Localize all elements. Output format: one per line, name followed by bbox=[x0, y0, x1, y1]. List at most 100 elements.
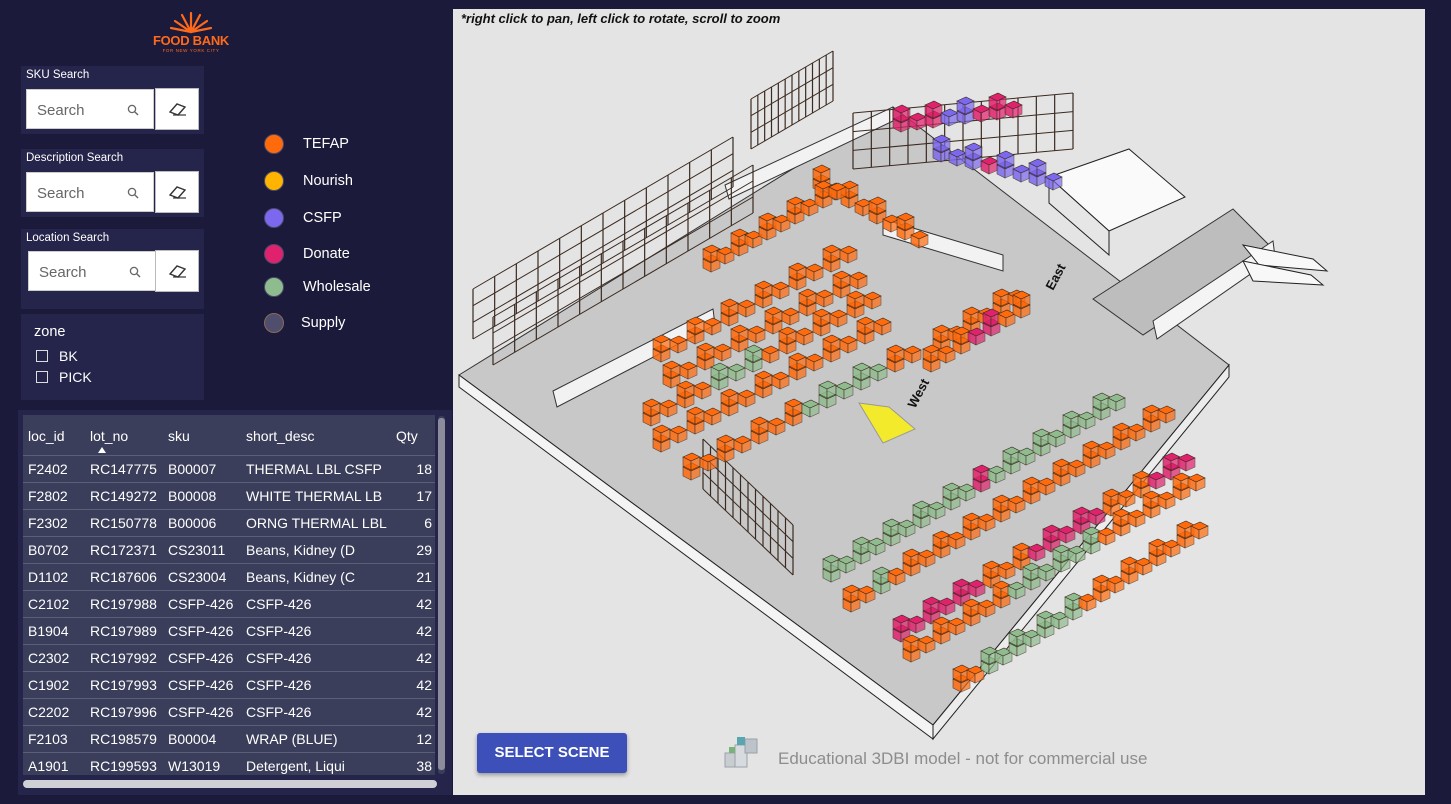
location-search-title: Location Search bbox=[26, 232, 110, 244]
legend-item-donate: Donate bbox=[262, 241, 422, 267]
clear-sku-button[interactable] bbox=[155, 88, 199, 130]
cell-qty: 42 bbox=[416, 677, 432, 693]
cell-lot-no: RC198579 bbox=[90, 731, 157, 747]
legend-item-tefap: TEFAP bbox=[262, 131, 422, 157]
legend-item-nourish: Nourish bbox=[262, 168, 422, 194]
legend-label: Supply bbox=[301, 315, 346, 331]
search-placeholder: Search bbox=[39, 264, 87, 281]
table-row[interactable]: D1102 RC187606 CS23004 Beans, Kidney (C 21 bbox=[23, 563, 435, 591]
description-search-title: Description Search bbox=[26, 152, 124, 164]
eraser-icon bbox=[168, 186, 187, 199]
location-search-panel: Location Search Search bbox=[21, 229, 204, 309]
table-row[interactable]: F2402 RC147775 B00007 THERMAL LBL CSFP 18 bbox=[23, 455, 435, 483]
column-header-loc-id[interactable]: loc_id bbox=[28, 428, 65, 444]
cell-sku: B00006 bbox=[168, 515, 217, 531]
cell-lot-no: RC187606 bbox=[90, 569, 157, 585]
cell-sku: B00008 bbox=[168, 488, 217, 504]
cell-lot-no: RC197993 bbox=[90, 677, 157, 693]
cell-loc-id: F2802 bbox=[28, 488, 68, 504]
location-search-input[interactable]: Search bbox=[28, 251, 156, 291]
cell-loc-id: C2302 bbox=[28, 650, 70, 666]
legend-label: CSFP bbox=[303, 210, 342, 226]
table-row[interactable]: B1904 RC197989 CSFP-426 CSFP-426 42 bbox=[23, 617, 435, 645]
table-row[interactable]: C1902 RC197993 CSFP-426 CSFP-426 42 bbox=[23, 671, 435, 699]
cell-lot-no: RC150778 bbox=[90, 515, 157, 531]
cell-sku: CSFP-426 bbox=[168, 623, 234, 639]
column-header-sku[interactable]: sku bbox=[168, 428, 190, 444]
table-row[interactable]: F2302 RC150778 B00006 ORNG THERMAL LBL 6 bbox=[23, 509, 435, 537]
cell-short-desc: THERMAL LBL CSFP bbox=[246, 461, 382, 477]
cell-short-desc: Beans, Kidney (D bbox=[246, 542, 355, 558]
clear-description-button[interactable] bbox=[155, 171, 199, 213]
sku-search-panel: SKU Search Search bbox=[21, 66, 204, 134]
cell-sku: CS23004 bbox=[168, 569, 227, 585]
cell-sku: CSFP-426 bbox=[168, 650, 234, 666]
checkbox[interactable] bbox=[36, 350, 48, 362]
search-icon bbox=[127, 187, 139, 199]
checkbox[interactable] bbox=[36, 371, 48, 383]
inventory-table-panel: loc_id lot_no sku short_desc Qty F2402 RC… bbox=[18, 410, 452, 795]
cell-short-desc: Detergent, Liqui bbox=[246, 758, 345, 774]
cell-lot-no: RC199593 bbox=[90, 758, 157, 774]
cell-loc-id: B0702 bbox=[28, 542, 69, 558]
cell-short-desc: CSFP-426 bbox=[246, 650, 312, 666]
scrollbar-thumb[interactable] bbox=[438, 418, 445, 770]
table-row[interactable]: B0702 RC172371 CS23011 Beans, Kidney (D 29 bbox=[23, 536, 435, 564]
search-placeholder: Search bbox=[37, 185, 85, 202]
cell-qty: 42 bbox=[416, 623, 432, 639]
inventory-table: loc_id lot_no sku short_desc Qty F2402 RC… bbox=[23, 415, 435, 775]
sunburst-icon bbox=[169, 11, 213, 34]
legend-dot bbox=[264, 134, 284, 154]
sku-search-input[interactable]: Search bbox=[26, 89, 154, 129]
clear-location-button[interactable] bbox=[155, 250, 199, 292]
cell-short-desc: ORNG THERMAL LBL bbox=[246, 515, 387, 531]
cell-sku: CSFP-426 bbox=[168, 677, 234, 693]
select-scene-button[interactable]: SELECT SCENE bbox=[477, 733, 627, 773]
column-header-short-desc[interactable]: short_desc bbox=[246, 428, 314, 444]
zone-option-label: PICK bbox=[59, 369, 92, 385]
cell-sku: W13019 bbox=[168, 758, 221, 774]
cell-qty: 29 bbox=[416, 542, 432, 558]
logo-subtext: FOR NEW YORK CITY bbox=[162, 48, 220, 53]
cell-qty: 17 bbox=[416, 488, 432, 504]
description-search-input[interactable]: Search bbox=[26, 172, 154, 212]
cell-loc-id: D1102 bbox=[28, 569, 69, 585]
food-bank-logo: FOOD BANK FOR NEW YORK CITY bbox=[145, 8, 237, 58]
legend-dot bbox=[264, 313, 284, 333]
table-row[interactable]: C2202 RC197996 CSFP-426 CSFP-426 42 bbox=[23, 698, 435, 726]
table-row[interactable]: F2802 RC149272 B00008 WHITE THERMAL LB 17 bbox=[23, 482, 435, 510]
cell-sku: CS23011 bbox=[168, 542, 226, 558]
cell-short-desc: CSFP-426 bbox=[246, 677, 312, 693]
search-icon bbox=[127, 104, 139, 116]
warehouse-3d-viewport[interactable]: East West *right click to pan, left clic… bbox=[453, 9, 1425, 795]
horizontal-scrollbar[interactable] bbox=[23, 780, 437, 788]
vertical-scrollbar[interactable] bbox=[438, 416, 445, 774]
legend-item-csfp: CSFP bbox=[262, 205, 422, 231]
cell-sku: B00004 bbox=[168, 731, 217, 747]
3dbi-logo-icon bbox=[724, 737, 758, 768]
cell-short-desc: Beans, Kidney (C bbox=[246, 569, 355, 585]
column-header-lot-no[interactable]: lot_no bbox=[90, 428, 128, 444]
legend-dot bbox=[264, 277, 284, 297]
legend-item-wholesale: Wholesale bbox=[262, 274, 422, 300]
cell-sku: CSFP-426 bbox=[168, 704, 234, 720]
cell-loc-id: F2302 bbox=[28, 515, 68, 531]
table-row[interactable]: F2103 RC198579 B00004 WRAP (BLUE) 12 bbox=[23, 725, 435, 753]
cell-short-desc: WHITE THERMAL LB bbox=[246, 488, 383, 504]
cell-lot-no: RC197988 bbox=[90, 596, 157, 612]
table-row[interactable]: C2102 RC197988 CSFP-426 CSFP-426 42 bbox=[23, 590, 435, 618]
cell-loc-id: C1902 bbox=[28, 677, 70, 693]
cell-qty: 12 bbox=[416, 731, 432, 747]
table-row[interactable]: C2302 RC197992 CSFP-426 CSFP-426 42 bbox=[23, 644, 435, 672]
sort-ascending-icon bbox=[98, 447, 106, 453]
legend-dot bbox=[264, 171, 284, 191]
navigation-hint: *right click to pan, left click to rotat… bbox=[461, 11, 781, 26]
cell-sku: CSFP-426 bbox=[168, 596, 234, 612]
warehouse-3d-scene[interactable]: East West bbox=[453, 9, 1425, 795]
search-placeholder: Search bbox=[37, 102, 85, 119]
cell-lot-no: RC197992 bbox=[90, 650, 157, 666]
column-header-qty[interactable]: Qty bbox=[396, 428, 418, 444]
cell-qty: 42 bbox=[416, 650, 432, 666]
table-row[interactable]: A1901 RC199593 W13019 Detergent, Liqui 38 bbox=[23, 752, 435, 775]
cell-loc-id: F2402 bbox=[28, 461, 68, 477]
